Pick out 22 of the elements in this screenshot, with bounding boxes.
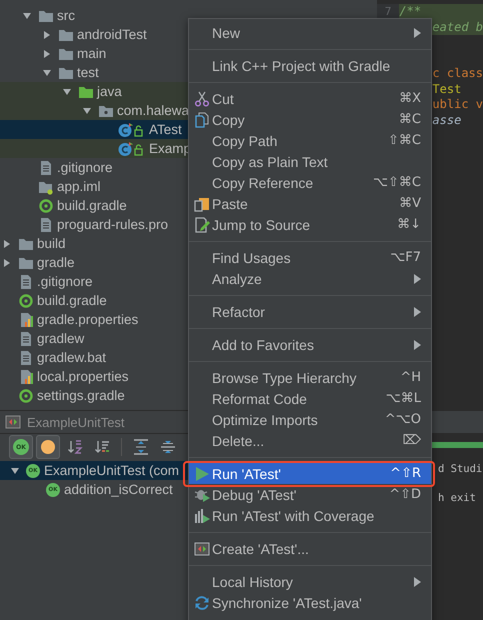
code-text: eated b: [432, 20, 483, 34]
keyboard-shortcut: ⌘V: [399, 196, 421, 211]
keyboard-shortcut: ^H: [400, 370, 421, 385]
code-text: ublic v: [432, 97, 483, 111]
keyboard-shortcut: ⌘C: [398, 112, 421, 127]
panel-title: ExampleUnitTest: [27, 414, 125, 430]
keyboard-shortcut: ⌥F7: [390, 250, 421, 265]
keyboard-shortcut: ⌦: [402, 433, 421, 448]
keyboard-shortcut: ⌘↓: [397, 217, 421, 232]
keyboard-shortcut: ^⇧D: [389, 487, 421, 502]
code-text: asse: [432, 112, 462, 126]
keyboard-shortcut: ⌘X: [399, 91, 421, 106]
keyboard-shortcut: ⌥⌘L: [386, 391, 421, 406]
keyboard-shortcut: ⌥⇧⌘C: [373, 175, 421, 190]
console-text: d Studi: [437, 462, 483, 477]
keyboard-shortcut: ⇧⌘C: [388, 133, 421, 148]
code-text: Test: [432, 82, 462, 96]
keyboard-shortcut: ^⌥O: [384, 412, 421, 427]
code-text: /**: [399, 4, 422, 18]
keyboard-shortcut: ^⇧R: [390, 466, 421, 481]
console-text: h exit: [437, 491, 477, 506]
code-text: c class: [432, 66, 483, 80]
